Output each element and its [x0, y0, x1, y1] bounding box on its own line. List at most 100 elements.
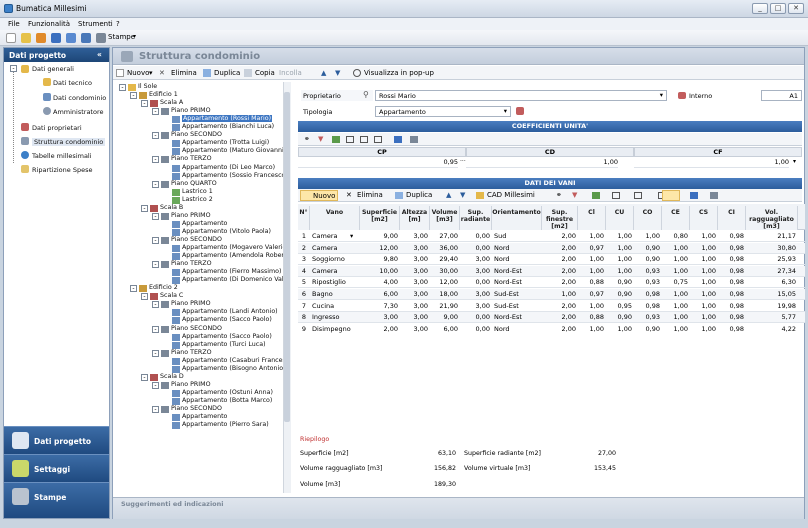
vani-cell[interactable]: 1,00 — [636, 232, 660, 241]
chevron-down-icon[interactable]: ▾ — [350, 232, 353, 241]
vani-row[interactable]: 9 Disimpegno 2,00 3,00 6,00 0,00 Nord 2,00 1,00 1… — [298, 324, 805, 334]
expand-toggle[interactable]: - — [152, 212, 159, 220]
vani-cell[interactable]: 1,00 — [608, 232, 632, 241]
proprietario-select[interactable]: Rossi Mario ▾ — [375, 90, 667, 101]
vani-col-header[interactable]: CO — [634, 206, 662, 230]
copia-button[interactable]: Copia — [255, 69, 275, 77]
vani-cell[interactable]: 0,98 — [636, 302, 660, 311]
tree-node[interactable]: Piano TERZO — [171, 260, 212, 267]
coeff-cf-value[interactable]: 1,00 — [634, 158, 789, 168]
vani-cell[interactable]: 2 — [300, 244, 308, 253]
nav-item-dati-condominio[interactable]: Dati condominio — [53, 94, 106, 102]
collapse-icon[interactable]: « — [97, 50, 102, 59]
tree-node[interactable]: Appartamento (Ostuni Anna) — [182, 389, 273, 396]
vani-cell[interactable]: Ripostiglio — [312, 278, 358, 287]
vani-cell[interactable]: 0,98 — [720, 302, 744, 311]
filter-icon[interactable]: ▼ — [572, 191, 577, 199]
vani-col-header[interactable]: CU — [606, 206, 634, 230]
vani-cell[interactable]: 0,80 — [664, 232, 688, 241]
vani-cell[interactable]: 7 — [300, 302, 308, 311]
minimize-button[interactable]: _ — [752, 3, 768, 14]
tree-node[interactable]: Piano SECONDO — [171, 131, 222, 138]
tree-node[interactable]: Il Sole — [138, 83, 157, 90]
tree-node[interactable]: Appartamento (Rossi Mario) — [182, 115, 273, 123]
vani-cell[interactable]: 3,00 — [462, 267, 490, 276]
arrow-down-icon[interactable]: ▼ — [335, 69, 340, 77]
vani-cell[interactable]: 21,17 — [748, 232, 796, 241]
vani-cell[interactable]: 3,00 — [462, 290, 490, 299]
vani-col-header[interactable]: CI — [718, 206, 746, 230]
tree-node[interactable]: Appartamento (Bianchi Luca) — [182, 123, 274, 130]
tree-node[interactable]: Appartamento (Casaburi Francesco) — [182, 357, 291, 364]
tree-node[interactable]: Scala C — [160, 292, 183, 299]
vani-cell[interactable]: Nord-Est — [494, 278, 540, 287]
vani-cell[interactable]: 0,00 — [462, 313, 490, 322]
vani-cell[interactable]: 0,90 — [636, 325, 660, 334]
vani-cell[interactable]: 0,98 — [720, 313, 744, 322]
vani-cell[interactable]: 1,00 — [664, 325, 688, 334]
vani-col-header[interactable]: CS — [690, 206, 718, 230]
tree-node[interactable]: Appartamento (Sacco Paolo) — [182, 316, 272, 323]
vani-col-header[interactable]: Altezza [m] — [400, 206, 430, 230]
vani-cell[interactable]: 1,00 — [608, 325, 632, 334]
search-icon[interactable]: ⚲ — [363, 90, 369, 99]
vani-cell[interactable]: 1,00 — [692, 325, 716, 334]
tree-node[interactable]: Appartamento (Vitolo Paola) — [182, 228, 271, 235]
vani-cell[interactable]: Disimpegno — [312, 325, 358, 334]
chevron-down-icon[interactable]: ▾ — [133, 33, 136, 40]
vani-cell[interactable]: Cucina — [312, 302, 358, 311]
columns-icon[interactable] — [612, 192, 620, 199]
vani-cell[interactable]: 0,93 — [636, 278, 660, 287]
tree-node[interactable]: Lastrico 1 — [182, 188, 213, 195]
vani-row[interactable]: 4 Camera 10,00 3,00 30,00 3,00 Nord-Est 2,00 1,0… — [298, 265, 805, 277]
tree-node[interactable]: Appartamento (Mogavero Valerio) — [182, 244, 289, 251]
export-icon[interactable] — [690, 192, 698, 199]
vani-row[interactable]: 5 Ripostiglio 4,00 3,00 12,00 0,00 Nord-Est 2,0… — [298, 277, 805, 289]
vani-cell[interactable]: 1,00 — [664, 255, 688, 264]
vani-cell[interactable]: 0,98 — [720, 325, 744, 334]
vani-cell[interactable]: 18,00 — [432, 290, 458, 299]
vani-cell[interactable]: 2,00 — [544, 278, 576, 287]
vani-cell[interactable]: 3,00 — [462, 255, 490, 264]
vani-cell[interactable]: 0,97 — [580, 244, 604, 253]
vani-cell[interactable]: 30,00 — [432, 267, 458, 276]
vani-col-header[interactable]: Cl — [578, 206, 606, 230]
eraser-icon[interactable] — [516, 107, 524, 115]
vani-cell[interactable]: 27,00 — [432, 232, 458, 241]
vani-row[interactable]: 7 Cucina 7,30 3,00 21,90 3,00 Sud-Est 2,00 1,00 0… — [298, 301, 805, 312]
tree-scroll-thumb[interactable] — [284, 92, 290, 422]
tree-node[interactable]: Appartamento (Trotta Luigi) — [182, 139, 269, 146]
vani-cell[interactable]: 1,00 — [580, 302, 604, 311]
vani-cell[interactable]: 0,98 — [720, 244, 744, 253]
vani-cell[interactable]: 1,00 — [608, 244, 632, 253]
vani-cell[interactable]: 25,93 — [748, 255, 796, 264]
expand-toggle[interactable]: - — [141, 373, 148, 381]
interno-field[interactable]: A1 — [761, 90, 802, 101]
vani-cell[interactable]: 1,00 — [664, 313, 688, 322]
expand-toggle[interactable]: - — [152, 156, 159, 164]
expand-toggle[interactable]: - — [152, 108, 159, 116]
tipologia-select[interactable]: Appartamento ▾ — [375, 106, 511, 117]
nuovo-vano-button[interactable]: Nuovo — [300, 190, 338, 201]
vani-cell[interactable]: 1,00 — [692, 313, 716, 322]
vani-cell[interactable]: 3,00 — [362, 313, 398, 322]
tree-node[interactable]: Piano QUARTO — [171, 180, 217, 187]
tree-node[interactable]: Appartamento (Sacco Paolo) — [182, 333, 272, 340]
tree-node[interactable]: Appartamento — [182, 220, 227, 227]
vani-cell[interactable]: 2,00 — [544, 255, 576, 264]
nav-item-dati-proprietari[interactable]: Dati proprietari — [32, 124, 82, 132]
cad-millesimi-button[interactable]: CAD Millesimi — [487, 191, 535, 199]
expand-toggle[interactable]: - — [141, 100, 148, 108]
expand-toggle[interactable]: - — [130, 285, 137, 293]
chevron-down-icon[interactable]: ▾ — [149, 69, 153, 77]
tree-node[interactable]: Appartamento (Landi Antonio) — [182, 308, 278, 315]
filter-icon[interactable]: ▼ — [318, 135, 323, 143]
vani-cell[interactable]: 3,00 — [402, 313, 428, 322]
print-menu-button[interactable]: Stampe — [108, 33, 135, 41]
printer-icon[interactable] — [410, 136, 418, 143]
nuovo-button[interactable]: Nuovo — [127, 69, 149, 77]
duplica-vano-button[interactable]: Duplica — [406, 191, 432, 199]
vani-cell[interactable]: 1,00 — [580, 232, 604, 241]
vani-cell[interactable]: 10,00 — [362, 267, 398, 276]
vani-cell[interactable]: 3,00 — [402, 302, 428, 311]
